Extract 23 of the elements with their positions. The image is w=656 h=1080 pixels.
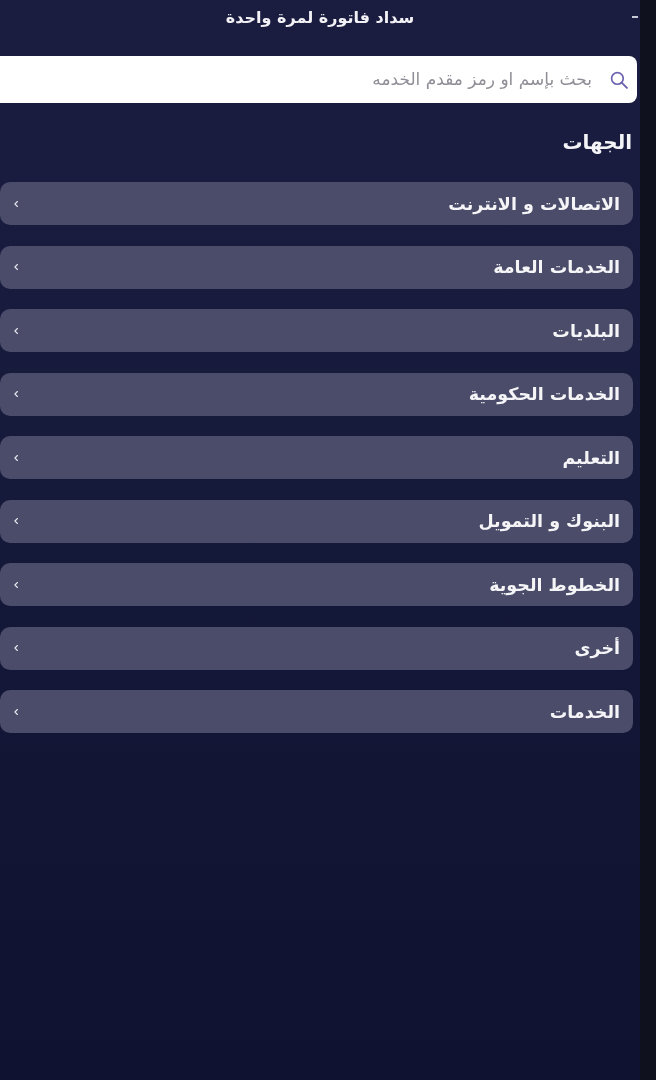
minus-icon <box>632 16 638 18</box>
category-item[interactable]: الخطوط الجوية <box>0 563 633 606</box>
category-item[interactable]: الخدمات العامة <box>0 245 633 289</box>
chevron-left-icon <box>14 200 18 207</box>
category-item[interactable]: الخدمات <box>0 690 633 733</box>
category-item[interactable]: الاتصالات و الانترنت <box>0 182 633 225</box>
chevron-left-icon <box>14 581 18 588</box>
category-item[interactable]: أخرى <box>0 626 633 670</box>
page-title: سداد فاتورة لمرة واحدة <box>225 8 415 28</box>
category-item[interactable]: البلديات <box>0 309 633 352</box>
category-item[interactable]: البنوك و التمويل <box>0 499 633 543</box>
chevron-left-icon <box>14 645 18 651</box>
chevron-left-icon <box>14 391 18 397</box>
chevron-left-icon <box>14 518 18 524</box>
chevron-left-icon <box>14 327 18 334</box>
chevron-left-icon <box>14 708 18 715</box>
category-item[interactable]: الخدمات الحكومية <box>0 372 633 416</box>
chevron-left-icon <box>14 264 18 270</box>
search-field[interactable]: بحث بإسم او رمز مقدم الخدمه <box>0 56 637 103</box>
search-icon <box>610 71 628 89</box>
chevron-left-icon <box>14 454 18 461</box>
section-title: الجهات <box>561 129 632 155</box>
category-item[interactable]: التعليم <box>0 436 633 479</box>
